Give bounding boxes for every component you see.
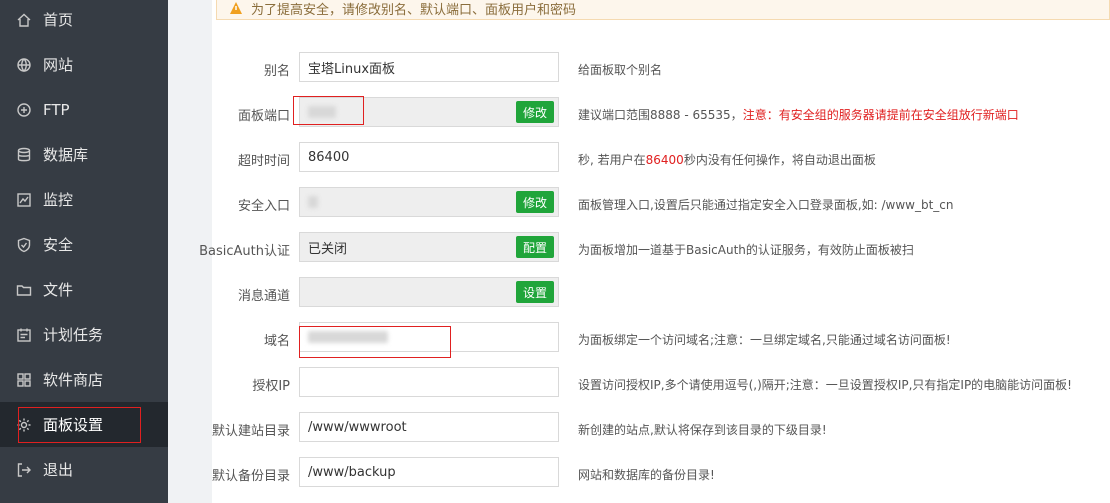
warning-icon [230, 2, 242, 14]
sidebar-item-label: 面板设置 [43, 416, 104, 434]
site-dir-input[interactable]: /www/wwwroot [299, 412, 559, 442]
sidebar-item-home[interactable]: 首页 [0, 0, 168, 42]
sidebar-item-cron[interactable]: 计划任务 [0, 312, 168, 357]
redacted-value [308, 106, 336, 118]
timeout-input[interactable]: 86400 [299, 142, 559, 172]
sidebar-item-label: 首页 [43, 11, 74, 29]
basicauth-hint: 为面板增加一道基于BasicAuth的认证服务，有效防止面板被扫 [578, 243, 914, 257]
timeout-label: 超时时间 [237, 154, 290, 169]
domain-hint: 为面板绑定一个访问域名;注意：一旦绑定域名,只能通过域名访问面板! [578, 333, 951, 347]
sidebar-item-label: 数据库 [43, 146, 89, 164]
sidebar-item-monitor[interactable]: 监控 [0, 177, 168, 222]
sidebar-item-label: 安全 [43, 236, 74, 254]
shield-icon [16, 237, 32, 253]
message-setup-button[interactable]: 设置 [515, 281, 554, 303]
port-edit-button[interactable]: 修改 [515, 101, 554, 123]
sidebar-item-label: 监控 [43, 191, 74, 209]
port-label: 面板端口 [237, 109, 290, 124]
entry-input[interactable]: 修改 [299, 187, 559, 217]
timeout-hint: 秒, 若用户在86400秒内没有任何操作，将自动退出面板 [578, 153, 876, 167]
sidebar-item-database[interactable]: 数据库 [0, 132, 168, 177]
port-input[interactable]: 修改 [299, 97, 559, 127]
sidebar-item-security[interactable]: 安全 [0, 222, 168, 267]
calendar-icon [16, 327, 32, 343]
redacted-value [308, 196, 318, 208]
monitor-icon [16, 192, 32, 208]
domain-input[interactable] [299, 322, 559, 352]
entry-edit-button[interactable]: 修改 [515, 191, 554, 213]
sidebar-item-panel-settings[interactable]: 面板设置 [0, 402, 168, 447]
sidebar-item-label: 网站 [43, 56, 74, 74]
alias-hint: 给面板取个别名 [578, 63, 663, 77]
entry-label: 安全入口 [237, 199, 290, 214]
sidebar-item-label: 计划任务 [43, 326, 104, 344]
backup-dir-label: 默认备份目录 [211, 469, 290, 484]
message-label: 消息通道 [237, 289, 290, 304]
sidebar-item-ftp[interactable]: FTP [0, 87, 168, 132]
backup-dir-input[interactable]: /www/backup [299, 457, 559, 487]
panel-settings-form: 为了提高安全，请修改别名、默认端口、面板用户和密码 别名 宝塔Linux面板 给… [199, 0, 1110, 503]
sidebar-item-store[interactable]: 软件商店 [0, 357, 168, 402]
sidebar-item-label: FTP [43, 100, 70, 119]
basicauth-config-button[interactable]: 配置 [515, 236, 554, 258]
sidebar-item-website[interactable]: 网站 [0, 42, 168, 87]
warning-text: 为了提高安全，请修改别名、默认端口、面板用户和密码 [251, 3, 577, 18]
entry-hint: 面板管理入口,设置后只能通过指定安全入口登录面板,如: /www_bt_cn [578, 198, 954, 212]
ftp-icon [16, 102, 32, 118]
basicauth-label: BasicAuth认证 [199, 244, 290, 259]
domain-label: 域名 [263, 334, 290, 349]
ip-hint: 设置访问授权IP,多个请使用逗号(,)隔开;注意：一旦设置授权IP,只有指定IP… [578, 378, 1072, 392]
gear-icon [16, 417, 32, 433]
sidebar-item-label: 文件 [43, 281, 74, 299]
port-hint: 建议端口范围8888 - 65535，注意：有安全组的服务器请提前在安全组放行新… [578, 108, 1019, 122]
sidebar-item-logout[interactable]: 退出 [0, 447, 168, 492]
basicauth-input[interactable]: 已关闭 配置 [299, 232, 559, 262]
globe-icon [16, 57, 32, 73]
alias-input[interactable]: 宝塔Linux面板 [299, 52, 559, 82]
database-icon [16, 147, 32, 163]
ip-input[interactable] [299, 367, 559, 397]
ip-label: 授权IP [252, 379, 290, 394]
redacted-value [308, 331, 388, 343]
logout-icon [16, 462, 32, 478]
folder-icon [16, 282, 32, 298]
warning-banner: 为了提高安全，请修改别名、默认端口、面板用户和密码 [216, 0, 1110, 20]
site-dir-hint: 新创建的站点,默认将保存到该目录的下级目录! [578, 423, 827, 437]
home-icon [16, 12, 32, 28]
sidebar: 首页 网站 FTP 数据库 监控 安全 文件 计划任务 软件商店 面板设置 退出 [0, 0, 168, 503]
backup-dir-hint: 网站和数据库的备份目录! [578, 468, 715, 482]
sidebar-item-label: 退出 [43, 461, 74, 479]
grid-icon [16, 372, 32, 388]
alias-label: 别名 [263, 64, 290, 79]
site-dir-label: 默认建站目录 [211, 424, 290, 439]
sidebar-item-files[interactable]: 文件 [0, 267, 168, 312]
message-input[interactable]: 设置 [299, 277, 559, 307]
sidebar-item-label: 软件商店 [43, 371, 104, 389]
